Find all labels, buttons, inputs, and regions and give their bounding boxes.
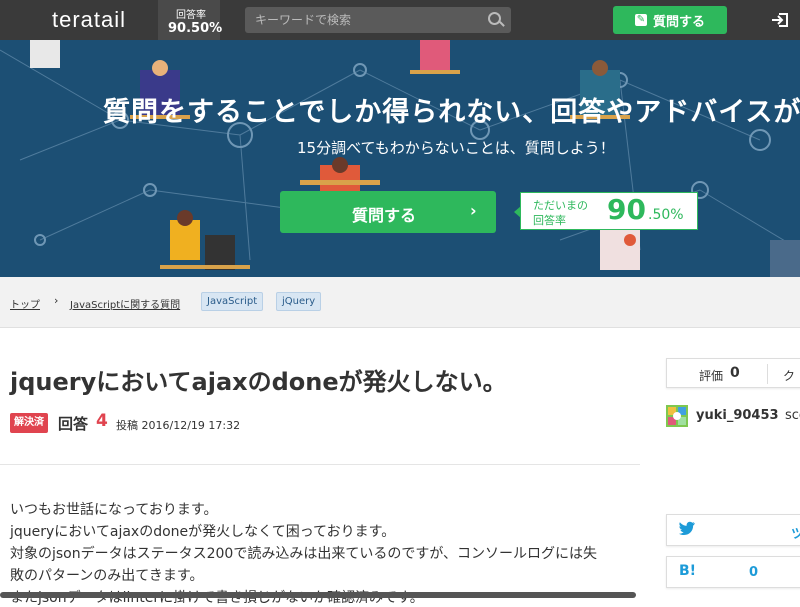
login-icon[interactable] (771, 11, 789, 29)
hatena-bookmark-button[interactable]: B! 0 (666, 556, 800, 588)
user-score: sco (785, 408, 800, 423)
question-title: jqueryにおいてajaxのdoneが発火しない。 (10, 368, 507, 396)
edit-icon: ✎ (634, 14, 647, 26)
rate-card-big: 90 (607, 193, 646, 226)
twitter-icon (679, 521, 695, 535)
hero-title: 質問をすることでしか得られない、回答やアドバイスがある。 (103, 97, 800, 128)
breadcrumb-category[interactable]: JavaScriptに関する質問 (70, 296, 180, 311)
hero-banner: 質問をすることでしか得られない、回答やアドバイスがある。 15分調べてもわからな… (0, 40, 800, 277)
avatar[interactable] (666, 405, 688, 427)
tag-jquery[interactable]: jQuery (276, 292, 322, 311)
top-header: teratail 回答率 90.50% ✎ 質問する (0, 0, 800, 40)
rate-card-line2: 回答率 (533, 214, 566, 227)
answers-count[interactable]: 4 (96, 411, 108, 431)
search-input[interactable] (245, 7, 511, 33)
answer-rate-value: 90.50% (168, 21, 223, 36)
network-illustration (0, 40, 800, 277)
evaluation-box: 評価 0 ク (666, 358, 800, 388)
posted-date: 投稿 2016/12/19 17:32 (116, 419, 241, 432)
hero-ask-button[interactable]: 質問する › (280, 191, 496, 233)
rate-card-line1: ただいまの (533, 199, 588, 212)
header-ask-label: 質問する (652, 14, 705, 30)
twitter-share-label: ツ (791, 527, 800, 542)
rate-card-decimal: .50% (648, 207, 684, 223)
question-body-line: jqueryにおいてajaxのdoneが発火しなくて困っております。 (10, 524, 396, 540)
breadcrumb-separator-icon: › (54, 294, 59, 307)
teratail-logo[interactable]: teratail (52, 7, 126, 33)
question-body-line: 対象のjsonデータはステータス200で読み込みは出来ているのですが、コンソール… (10, 546, 598, 562)
hatena-bookmark-icon: B! (679, 563, 697, 579)
answer-rate-card: ただいまの 回答率 90 .50% (514, 192, 698, 230)
breadcrumb: トップ › JavaScriptに関する質問 JavaScript jQuery (0, 277, 800, 328)
header-ask-button[interactable]: ✎ 質問する (613, 6, 727, 34)
question-body-line: いつもお世話になっております。 (10, 502, 218, 518)
answer-rate-box: 回答率 90.50% (158, 0, 223, 40)
username[interactable]: yuki_90453 (696, 408, 779, 423)
question-body-line: 敗のパターンのみ出てきます。 (10, 568, 204, 584)
answers-label: 回答 (58, 415, 89, 433)
twitter-share-button[interactable]: ツ (666, 514, 800, 546)
solved-badge: 解決済 (10, 413, 48, 433)
divider (0, 464, 640, 465)
breadcrumb-top[interactable]: トップ (10, 296, 40, 311)
divider (767, 364, 768, 384)
hero-ask-label: 質問する (352, 206, 417, 225)
hatena-bookmark-count: 0 (749, 565, 759, 580)
hero-subtitle: 15分調べてもわからないことは、質問しよう！ (297, 139, 615, 157)
chevron-right-icon: › (470, 201, 477, 220)
tag-javascript[interactable]: JavaScript (201, 292, 264, 311)
evaluation-value: 0 (730, 365, 740, 381)
search-icon[interactable] (488, 12, 501, 25)
horizontal-scrollbar[interactable] (0, 592, 636, 598)
evaluation-label: 評価 (699, 369, 724, 383)
clip-button[interactable]: ク (783, 367, 795, 384)
answer-rate-label: 回答率 (176, 10, 206, 21)
